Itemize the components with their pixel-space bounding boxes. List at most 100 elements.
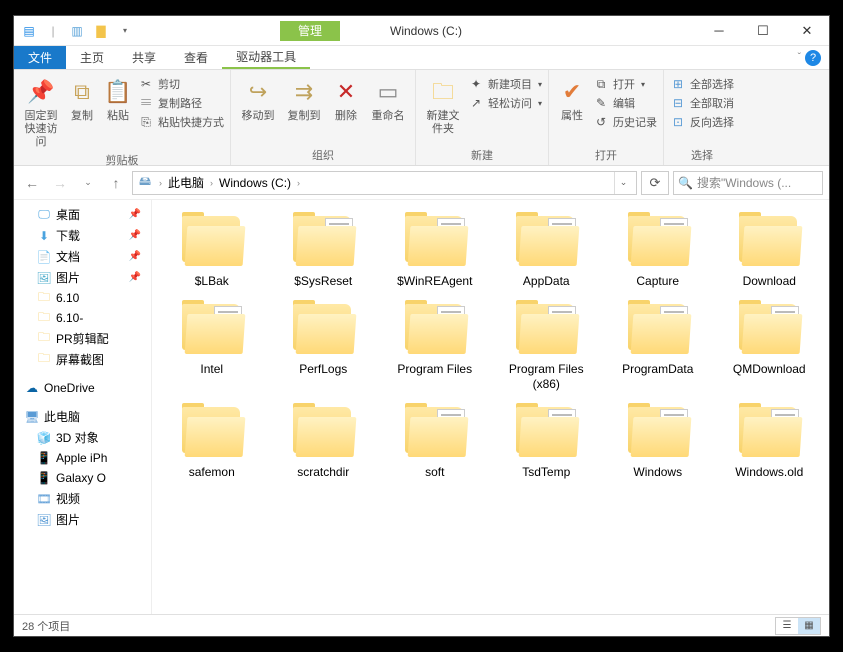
refresh-button[interactable]: ⟳ [641,171,669,195]
sidebar-item[interactable]: 📄文档📌 [14,246,151,267]
paste-button[interactable]: 📋 粘贴 [102,74,134,123]
sidebar-item[interactable]: ⬇下载📌 [14,225,151,246]
folder-item[interactable]: TsdTemp [491,399,603,483]
paste-shortcut-button[interactable]: ⎘粘贴快捷方式 [138,114,224,130]
sidebar-this-pc[interactable]: 🖥此电脑 [14,406,151,427]
delete-button[interactable]: ✕删除 [329,74,363,123]
sidebar-item-label: 图片 [56,511,80,528]
rename-button[interactable]: ▭重命名 [367,74,409,123]
breadcrumb-this-pc[interactable]: 此电脑 [168,174,204,191]
folder-icon [399,403,471,459]
properties-button[interactable]: ✔属性 [555,74,589,123]
phone-icon: 📱 [36,470,52,486]
breadcrumb-drive[interactable]: Windows (C:) [219,176,291,190]
sidebar-item[interactable]: 📱Galaxy O [14,468,151,488]
folder-item[interactable]: Program Files [379,296,491,395]
maximize-button[interactable]: ☐ [741,17,785,45]
qat-folder-icon[interactable]: ▇ [90,20,112,42]
pin-quick-access-button[interactable]: 📌 固定到快速访问 [20,74,62,150]
sidebar-item[interactable]: 🖼图片📌 [14,267,151,288]
up-button[interactable]: ↑ [104,171,128,195]
sidebar-onedrive[interactable]: ☁OneDrive [14,378,151,398]
help-icon[interactable]: ? [805,50,821,66]
rename-icon: ▭ [372,76,404,108]
sidebar-item[interactable]: 🗀6.10 [14,288,151,308]
picture-icon: 🖼 [36,270,52,286]
desktop-icon: 🖵 [36,207,52,223]
folder-item[interactable]: Intel [156,296,268,395]
minimize-button[interactable]: ─ [697,17,741,45]
close-button[interactable]: ✕ [785,17,829,45]
folder-label: Capture [636,274,679,288]
move-to-button[interactable]: ↪移动到 [237,74,279,123]
content-pane[interactable]: $LBak $SysReset $WinREAgent AppData Capt… [152,200,829,614]
sidebar-item[interactable]: 🗀屏幕截图 [14,349,151,370]
app-icon[interactable]: ▤ [18,20,40,42]
icons-view-button[interactable]: ▦ [798,618,820,634]
address-bar[interactable]: 🖴 › 此电脑 › Windows (C:) › ⌄ [132,171,637,195]
folder-item[interactable]: Capture [602,208,714,292]
open-button[interactable]: ⧉打开▾ [593,76,657,92]
sidebar-item-label: 6.10- [56,311,83,325]
sidebar-item[interactable]: 🗀PR剪辑配 [14,328,151,349]
chevron-right-icon[interactable]: › [293,178,304,188]
folder-label: Program Files [397,362,472,376]
folder-item[interactable]: Program Files (x86) [491,296,603,395]
contextual-tab[interactable]: 管理 [280,21,340,41]
new-item-button[interactable]: ✦新建项目▾ [468,76,542,92]
forward-button[interactable]: → [48,171,72,195]
qat-dropdown-icon[interactable]: ▾ [114,20,136,42]
copy-button[interactable]: ⧉ 复制 [66,74,98,123]
tab-view[interactable]: 查看 [170,46,222,69]
pin-icon: 📌 [129,209,141,220]
sidebar-item[interactable]: 🖵桌面📌 [14,204,151,225]
search-input[interactable]: 🔍 搜索"Windows (... [673,171,823,195]
folder-item[interactable]: PerfLogs [268,296,380,395]
tab-file[interactable]: 文件 [14,46,66,69]
back-button[interactable]: ← [20,171,44,195]
folder-item[interactable]: $WinREAgent [379,208,491,292]
qat-properties-icon[interactable]: ▥ [66,20,88,42]
sidebar-item[interactable]: 🎞视频 [14,488,151,509]
easy-access-button[interactable]: ↗轻松访问▾ [468,95,542,111]
address-dropdown-icon[interactable]: ⌄ [614,172,632,194]
ribbon-toggle-icon[interactable]: ˇ [798,52,801,63]
folder-label: $LBak [195,274,229,288]
select-none-button[interactable]: ⊟全部取消 [670,95,734,111]
folder-item[interactable]: $SysReset [268,208,380,292]
sidebar-item[interactable]: 🖼图片 [14,509,151,530]
recent-dropdown[interactable]: ⌄ [76,171,100,195]
folder-item[interactable]: Windows.old [714,399,826,483]
invert-selection-button[interactable]: ⊡反向选择 [670,114,734,130]
sidebar[interactable]: 🖵桌面📌⬇下载📌📄文档📌🖼图片📌🗀6.10🗀6.10-🗀PR剪辑配🗀屏幕截图☁O… [14,200,152,614]
chevron-right-icon[interactable]: › [206,178,217,188]
folder-item[interactable]: soft [379,399,491,483]
sidebar-item[interactable]: 📱Apple iPh [14,448,151,468]
folder-icon [399,212,471,268]
details-view-button[interactable]: ☰ [776,618,798,634]
folder-item[interactable]: Windows [602,399,714,483]
folder-item[interactable]: scratchdir [268,399,380,483]
new-folder-button[interactable]: 🗀新建文件夹 [422,74,464,136]
cut-button[interactable]: ✂剪切 [138,76,224,92]
sidebar-item-label: Apple iPh [56,451,107,465]
pin-icon: 📌 [129,230,141,241]
folder-item[interactable]: AppData [491,208,603,292]
tab-share[interactable]: 共享 [118,46,170,69]
chevron-right-icon[interactable]: › [155,178,166,188]
tab-home[interactable]: 主页 [66,46,118,69]
copy-path-button[interactable]: 𝄘复制路径 [138,95,224,111]
folder-item[interactable]: QMDownload [714,296,826,395]
folder-item[interactable]: ProgramData [602,296,714,395]
folder-item[interactable]: safemon [156,399,268,483]
edit-button[interactable]: ✎编辑 [593,95,657,111]
copy-to-button[interactable]: ⇉复制到 [283,74,325,123]
tab-drive-tools[interactable]: 驱动器工具 [222,46,310,69]
folder-icon [622,212,694,268]
folder-item[interactable]: Download [714,208,826,292]
sidebar-item[interactable]: 🗀6.10- [14,308,151,328]
history-button[interactable]: ↺历史记录 [593,114,657,130]
select-all-button[interactable]: ⊞全部选择 [670,76,734,92]
folder-item[interactable]: $LBak [156,208,268,292]
sidebar-item[interactable]: 🧊3D 对象 [14,427,151,448]
